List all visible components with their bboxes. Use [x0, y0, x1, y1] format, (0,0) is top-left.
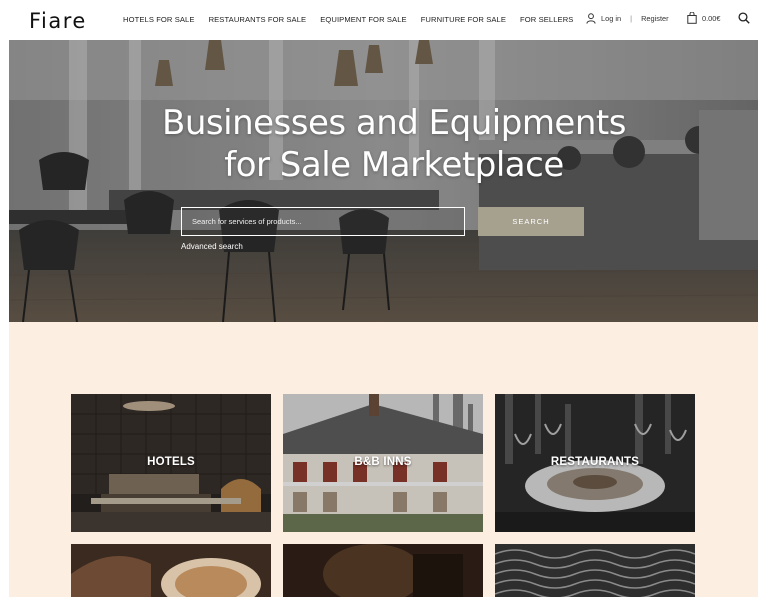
hero-title-line2: for Sale Marketplace — [224, 145, 564, 185]
user-icon[interactable] — [586, 13, 596, 24]
furniture-image — [495, 544, 695, 597]
site-header: Fiare HOTELS FOR SALE RESTAURANTS FOR SA… — [0, 0, 768, 40]
bar-image — [283, 544, 483, 597]
nav-furniture[interactable]: FURNITURE FOR SALE — [421, 15, 506, 24]
hero-title-line1: Businesses and Equipments — [162, 103, 626, 143]
login-link[interactable]: Log in — [601, 14, 621, 23]
category-label-bnb-inns: B&B INNS — [354, 456, 412, 468]
hero-title: Businesses and Equipments for Sale Marke… — [9, 102, 758, 186]
category-tile-furniture[interactable] — [495, 544, 695, 597]
main-nav: HOTELS FOR SALE RESTAURANTS FOR SALE EQU… — [123, 15, 573, 24]
account-separator: | — [630, 14, 633, 23]
nav-sellers[interactable]: FOR SELLERS — [520, 15, 573, 24]
nav-equipment[interactable]: EQUIPMENT FOR SALE — [320, 15, 406, 24]
account-links: Log in | Register — [586, 13, 669, 24]
category-tile-bnb-inns[interactable]: B&B INNS — [283, 394, 483, 532]
register-link[interactable]: Register — [641, 14, 669, 23]
category-label-restaurants: RESTAURANTS — [550, 456, 640, 468]
category-tile-restaurants[interactable]: RESTAURANTS — [495, 394, 695, 532]
category-tile-cafe[interactable] — [71, 544, 271, 597]
cart-total: 0.00€ — [702, 13, 721, 23]
categories-section: HOTELS B&B INNS RESTAURANTS — [9, 322, 758, 597]
cafe-image — [71, 544, 271, 597]
hero-search-button[interactable]: SEARCH — [478, 207, 584, 236]
nav-hotels[interactable]: HOTELS FOR SALE — [123, 15, 195, 24]
category-tile-bar[interactable] — [283, 544, 483, 597]
category-tile-hotels[interactable]: HOTELS — [71, 394, 271, 532]
category-label-hotels: HOTELS — [147, 456, 195, 468]
hero-banner: Businesses and Equipments for Sale Marke… — [9, 40, 758, 322]
hero-search-input[interactable] — [181, 207, 465, 236]
nav-restaurants[interactable]: RESTAURANTS FOR SALE — [209, 15, 307, 24]
cart[interactable]: 0.00€ — [687, 12, 721, 24]
bag-icon[interactable] — [687, 12, 697, 24]
advanced-search-link[interactable]: Advanced search — [181, 242, 243, 251]
search-icon[interactable] — [738, 12, 750, 24]
logo[interactable]: Fiare — [29, 9, 87, 33]
